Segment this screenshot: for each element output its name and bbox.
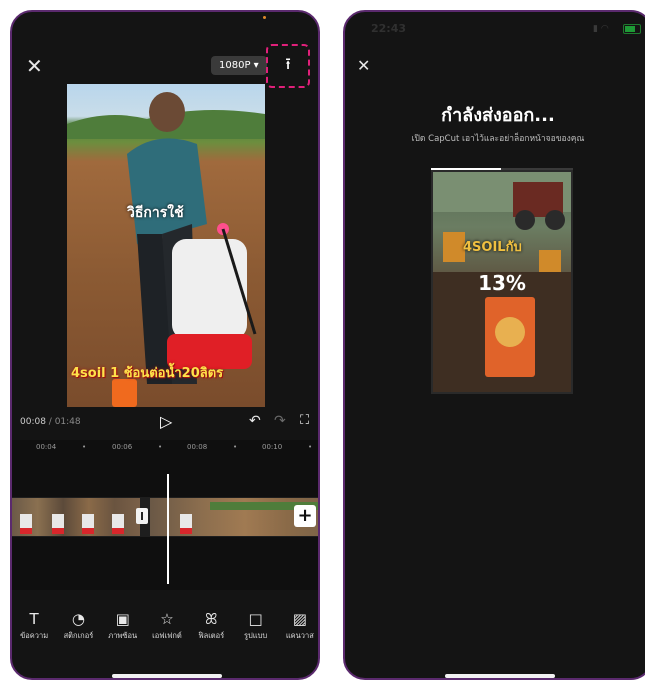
video-clip[interactable] (12, 498, 140, 536)
export-progress-screen: 22:43 ▮ ◠ ✕ กำลังส่งออก... เปิด CapCut เ… (343, 10, 645, 680)
tool-label: แคนวาส (285, 631, 314, 640)
tool-filter[interactable]: ꕤ ฟิลเตอร์ (191, 610, 231, 650)
fullscreen-icon[interactable]: ⛶ (300, 413, 309, 428)
chevron-down-icon: ▾ (253, 60, 259, 71)
export-preview-thumbnail: 4SOILกับ 13% (431, 170, 573, 394)
home-indicator[interactable] (112, 674, 222, 678)
status-time: 22:43 (371, 22, 407, 35)
time-readout: 00:08 / 01:48 (20, 417, 81, 427)
tool-label: สติกเกอร์ (63, 631, 94, 640)
current-time: 00:08 (20, 417, 46, 427)
total-time: / 01:48 (45, 417, 81, 427)
video-preview[interactable]: วิธีการใช้ 4soil 1 ช้อนต่อน้ำ20ลิตร (67, 84, 265, 407)
tool-label: รูปแบบ (243, 631, 268, 640)
export-subtitle: เปิด CapCut เอาไว้และอย่าล็อกหน้าจอของคุ… (411, 134, 585, 144)
overlay-caption-bottom: 4soil 1 ช้อนต่อน้ำ20ลิตร (71, 366, 224, 381)
tool-effects[interactable]: ☆ เอฟเฟกต์ (147, 610, 187, 650)
ruler-dot: • (158, 443, 163, 451)
transition-icon (141, 512, 143, 520)
clip-thumbnails (20, 514, 124, 534)
tool-label: ฟิลเตอร์ (198, 631, 225, 640)
overlay-icon: ▣ (115, 610, 130, 628)
ruler-tick: 00:10 (262, 443, 283, 451)
progress-percent: 13% (478, 271, 526, 295)
thumbnail-caption: 4SOILกับ (463, 240, 522, 255)
ruler-tick: 00:08 (187, 443, 208, 451)
export-button[interactable]: ⭱ (266, 44, 310, 88)
filter-icon: ꕤ (205, 610, 218, 628)
tool-format[interactable]: □ รูปแบบ (236, 610, 276, 650)
tool-overlay[interactable]: ▣ ภาพซ้อน (103, 610, 143, 650)
status-bar (16, 12, 316, 22)
close-icon[interactable]: ✕ (26, 56, 43, 76)
redo-icon[interactable]: ↷ (274, 413, 286, 429)
canvas-icon: ▨ (292, 610, 307, 628)
tool-label: ภาพซ้อน (108, 631, 138, 640)
sticker-icon: ◔ (71, 610, 85, 628)
recording-dot (263, 16, 266, 19)
ruler-dot: • (82, 443, 87, 451)
tool-canvas[interactable]: ▨ แคนวาส (280, 610, 318, 650)
play-icon[interactable]: ▷ (160, 412, 172, 431)
battery-icon (623, 24, 641, 34)
ruler-tick: 00:04 (36, 443, 57, 451)
ruler-tick: 00:06 (112, 443, 133, 451)
text-icon: T (29, 610, 39, 628)
ruler-dot: • (233, 443, 238, 451)
tool-label: ข้อความ (20, 631, 49, 640)
tool-sticker[interactable]: ◔ สติกเกอร์ (58, 610, 98, 650)
resolution-label: 1080P (219, 60, 251, 71)
signal-wifi-icon: ▮ ◠ (593, 24, 609, 34)
export-title: กำลังส่งออก... (441, 105, 555, 126)
tool-text[interactable]: T ข้อความ (14, 610, 54, 650)
effects-icon: ☆ (160, 610, 174, 628)
add-clip-button[interactable]: + (294, 505, 316, 527)
undo-icon[interactable]: ↶ (249, 413, 261, 429)
export-icon: ⭱ (285, 53, 291, 73)
resolution-dropdown[interactable]: 1080P ▾ (211, 56, 267, 75)
close-icon[interactable]: ✕ (357, 56, 370, 76)
transition-button[interactable] (136, 508, 148, 524)
ruler-dot: • (308, 443, 313, 451)
home-indicator[interactable] (445, 674, 555, 678)
playhead[interactable] (167, 474, 169, 584)
format-icon: □ (248, 610, 263, 628)
battery-level (625, 26, 635, 32)
editor-toolbar: T ข้อความ ◔ สติกเกอร์ ▣ ภาพซ้อน ☆ เอฟเฟก… (12, 610, 318, 650)
overlay-caption-top: วิธีการใช้ (127, 205, 184, 221)
video-frame-illustration (67, 92, 265, 407)
editor-screen: ✕ 1080P ▾ ⭱ วิธีการใช้ 4soil 1 ช้อนต่อน้… (10, 10, 320, 680)
tool-label: เอฟเฟกต์ (152, 631, 182, 640)
